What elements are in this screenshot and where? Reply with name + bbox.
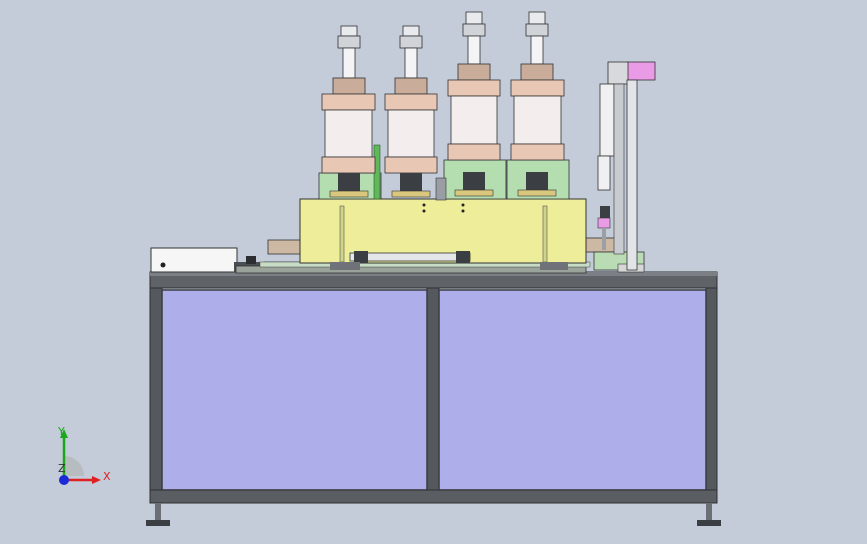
pneumatic-cylinder-1 [321, 25, 376, 198]
yellow-mount-plate [299, 198, 587, 270]
z-axis-label: Z [58, 462, 66, 475]
pneumatic-cylinder-2 [384, 25, 438, 198]
x-axis-arrowhead [92, 476, 101, 484]
cad-viewport[interactable]: Y X Z [0, 0, 867, 544]
table-leg-left [149, 287, 163, 494]
side-panel-right [438, 289, 707, 491]
x-axis-label: X [103, 470, 111, 483]
side-panel-left [161, 289, 428, 491]
leveling-foot-left [146, 503, 170, 526]
coordinate-triad: Y X Z [57, 425, 111, 485]
y-axis-label: Y [57, 425, 65, 438]
leveling-foot-right [697, 503, 721, 526]
table-leg-right [705, 287, 718, 494]
table-bottom-rail [149, 489, 718, 504]
machine-table [146, 271, 721, 526]
z-axis-dot [59, 475, 69, 485]
table-post-center [426, 287, 440, 494]
